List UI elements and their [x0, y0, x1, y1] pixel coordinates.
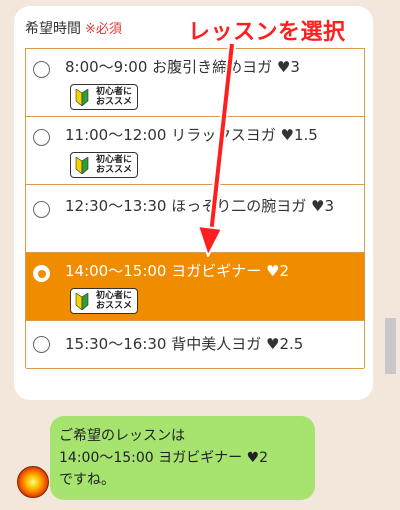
badge-line-1: 初心者に: [95, 155, 132, 165]
badge-text: 初心者に おススメ: [92, 291, 136, 311]
beginner-leaf-icon: [75, 89, 89, 106]
radio-button[interactable]: [33, 129, 50, 146]
lesson-option-3[interactable]: 12:30～13:30 ほっそり二の腕ヨガ ♥3: [26, 185, 364, 253]
radio-button[interactable]: [33, 61, 50, 78]
badge-text: 初心者に おススメ: [92, 87, 136, 107]
lesson-option-list: 8:00～9:00 お腹引き締めヨガ ♥3 初心者に おススメ 11:00～12…: [25, 48, 365, 369]
badge-line-2: おススメ: [95, 301, 132, 311]
badge-line-2: おススメ: [95, 165, 132, 175]
sun-avatar-icon: [17, 466, 49, 498]
badge-line-1: 初心者に: [95, 291, 132, 301]
radio-button[interactable]: [33, 201, 50, 218]
scrollbar-thumb[interactable]: [385, 318, 396, 374]
lesson-option-1[interactable]: 8:00～9:00 お腹引き締めヨガ ♥3 初心者に おススメ: [26, 49, 364, 117]
field-label-desired-time: 希望時間 ※必須: [25, 18, 122, 38]
radio-button[interactable]: [33, 336, 50, 353]
radio-button-checked[interactable]: [33, 265, 50, 282]
beginner-leaf-icon: [75, 157, 89, 174]
beginner-badge: 初心者に おススメ: [70, 288, 138, 314]
annotation-callout: レッスンを選択: [188, 20, 346, 45]
required-mark: ※必須: [85, 22, 122, 37]
lesson-option-5[interactable]: 15:30～16:30 背中美人ヨガ ♥2.5: [26, 321, 364, 369]
beginner-leaf-icon: [75, 293, 89, 310]
lesson-option-2[interactable]: 11:00～12:00 リラックスヨガ ♥1.5 初心者に おススメ: [26, 117, 364, 185]
lesson-option-4-selected[interactable]: 14:00～15:00 ヨガビギナー ♥2 初心者に おススメ: [26, 253, 364, 321]
lesson-option-label: 14:00～15:00 ヨガビギナー ♥2: [65, 262, 289, 280]
chat-bubble: ご希望のレッスンは 14:00～15:00 ヨガビギナー ♥2 ですね。: [50, 416, 315, 500]
badge-line-1: 初心者に: [95, 87, 132, 97]
beginner-badge: 初心者に おススメ: [70, 84, 138, 110]
beginner-badge: 初心者に おススメ: [70, 152, 138, 178]
badge-line-2: おススメ: [95, 97, 132, 107]
lesson-option-label: 8:00～9:00 お腹引き締めヨガ ♥3: [65, 58, 300, 76]
lesson-option-label: 11:00～12:00 リラックスヨガ ♥1.5: [65, 126, 318, 144]
lesson-option-label: 15:30～16:30 背中美人ヨガ ♥2.5: [65, 335, 304, 353]
radio-dot: [38, 270, 46, 278]
lesson-option-label: 12:30～13:30 ほっそり二の腕ヨガ ♥3: [65, 197, 334, 215]
field-label-text: 希望時間: [25, 21, 81, 37]
badge-text: 初心者に おススメ: [92, 155, 136, 175]
